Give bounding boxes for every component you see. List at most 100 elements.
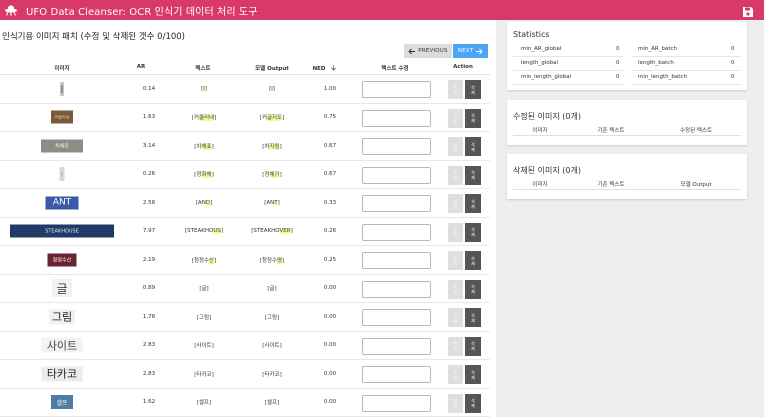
delete-button[interactable]: 삭제: [465, 365, 481, 384]
text-part: ]: [282, 115, 285, 122]
edit-label-bottom: 정: [453, 89, 458, 95]
ar-value: 2.83: [142, 370, 156, 377]
col-original-text: 기존 텍스트: [597, 128, 625, 134]
app-bar: UFO Data Cleanser: OCR 인식기 데이터 처리 도구: [0, 0, 764, 20]
table-row: 청정수산 2.19 [청정수산] [청정수명] 0.25 수 정 삭 제: [0, 246, 490, 275]
next-button[interactable]: NEXT: [453, 44, 488, 58]
stat-value: 0: [731, 46, 735, 52]
edit-text-input[interactable]: [362, 109, 431, 127]
edit-text-input[interactable]: [362, 366, 431, 383]
edit-button[interactable]: 수정: [448, 108, 463, 128]
text-part: [STEAKHO: [251, 228, 280, 235]
edit-label-bottom: 정: [453, 317, 458, 323]
edit-text-input[interactable]: [362, 394, 431, 412]
delete-button[interactable]: 삭제: [465, 279, 481, 299]
ar-value: 0.89: [142, 285, 156, 292]
text-part: [AN: [264, 199, 275, 206]
delete-button[interactable]: 삭제: [465, 393, 481, 413]
delete-button[interactable]: 삭제: [465, 80, 481, 99]
image-patch: 글: [52, 279, 72, 298]
text-part: [AN: [195, 199, 206, 206]
save-icon[interactable]: [742, 3, 754, 17]
table-row: 사이트 2.83 [사이트] [사이트] 0.00 수 정 삭 제: [0, 332, 490, 360]
delete-button[interactable]: 삭제: [465, 194, 481, 213]
stat-value: 0: [616, 46, 620, 52]
text-value: [그림]: [197, 313, 211, 321]
text-part: [셀프]: [196, 400, 212, 407]
edit-text-input[interactable]: [362, 280, 431, 298]
col-ar[interactable]: AR: [137, 64, 146, 70]
arrow-left-icon: [408, 48, 416, 54]
text-part: ]: [214, 115, 217, 122]
col-ned[interactable]: NED: [313, 64, 336, 72]
delete-button[interactable]: 삭제: [465, 108, 481, 128]
next-label: NEXT: [457, 48, 474, 54]
edit-button[interactable]: 수정: [448, 251, 463, 270]
col-modified-text: 수정된 텍스트: [679, 128, 713, 134]
edit-button[interactable]: 수정: [448, 222, 463, 242]
delete-button[interactable]: 삭제: [465, 165, 481, 185]
statistics-title: Statistics: [513, 30, 550, 39]
edit-text-input[interactable]: [362, 309, 431, 326]
ar-value: 0.26: [142, 171, 156, 178]
text-value: [타카코]: [194, 370, 213, 378]
edit-button[interactable]: 수정: [448, 365, 463, 384]
statistics-card: Statistics min_AR_global 0 min_AR_batch …: [507, 22, 747, 90]
diff-highlight: 클리내: [198, 115, 215, 122]
edit-button[interactable]: 수정: [448, 194, 463, 213]
delete-button[interactable]: 삭제: [465, 251, 481, 270]
previous-button[interactable]: PREVIOUS: [404, 44, 452, 58]
text-part: ]: [282, 257, 285, 264]
edit-text-input[interactable]: [362, 166, 431, 184]
edit-text-input[interactable]: [362, 195, 431, 212]
col-edit-text: 텍스트 수정: [381, 66, 409, 72]
diff-highlight: VER: [279, 228, 291, 235]
edit-button[interactable]: 수정: [448, 308, 463, 327]
edit-text-input[interactable]: [362, 81, 431, 98]
image-patch-text: 타카코: [46, 367, 78, 381]
edit-button[interactable]: 수정: [448, 279, 463, 299]
text-part: ]: [204, 85, 207, 92]
text-part: ]: [211, 143, 214, 150]
edit-text-input[interactable]: [362, 138, 431, 155]
ar-value: 2.19: [142, 256, 156, 263]
edit-button[interactable]: 수정: [448, 336, 463, 356]
edit-text-input[interactable]: [362, 252, 431, 269]
text-value: [정화채]: [194, 170, 214, 179]
diff-highlight: 화채: [201, 172, 212, 179]
text-value: [차채죠]: [194, 142, 214, 150]
edit-button[interactable]: 수정: [448, 165, 463, 185]
edit-button[interactable]: 수정: [448, 393, 463, 413]
text-value: [l]: [201, 85, 207, 92]
delete-button[interactable]: 삭제: [465, 308, 481, 327]
edit-text-input[interactable]: [362, 223, 431, 241]
diff-highlight: 글지도: [266, 115, 283, 122]
edit-label-bottom: 정: [453, 146, 458, 152]
image-patch-text: 청정수산: [52, 257, 72, 264]
edit-button[interactable]: 수정: [448, 80, 463, 99]
image-patch-text: 셀프: [56, 399, 68, 407]
stat-value: 0: [616, 74, 620, 80]
image-patch: 셀프: [51, 395, 73, 410]
ned-value: 0.26: [323, 228, 337, 235]
ufo-icon: [4, 3, 18, 17]
text-part: ]: [214, 257, 217, 264]
table-row: 그림 1.78 [그림] [그림] 0.00 수 정 삭 제: [0, 303, 490, 332]
col-model-output[interactable]: 모델 Output: [255, 64, 289, 72]
delete-button[interactable]: 삭제: [465, 336, 481, 356]
delete-button[interactable]: 삭제: [465, 222, 481, 242]
ar-value: 0.14: [142, 85, 156, 92]
edit-button[interactable]: 수정: [448, 137, 463, 156]
col-text[interactable]: 텍스트: [195, 64, 210, 72]
text-value: [커클리내]: [192, 113, 217, 122]
delete-label-bottom: 제: [471, 118, 475, 123]
delete-button[interactable]: 삭제: [465, 137, 481, 156]
stat-label: min_AR_batch: [638, 46, 677, 52]
image-patch-text: 커클리내: [54, 114, 70, 120]
deleted-images-card: 삭제된 이미지 (0개) 이미지 기존 텍스트 모델 Output: [507, 154, 747, 199]
edit-text-input[interactable]: [362, 337, 431, 355]
col-original-text: 기존 텍스트: [597, 182, 625, 188]
edit-label-bottom: 정: [453, 289, 458, 294]
col-image: 이미지: [532, 128, 548, 134]
image-patch: 타카코: [41, 366, 83, 382]
